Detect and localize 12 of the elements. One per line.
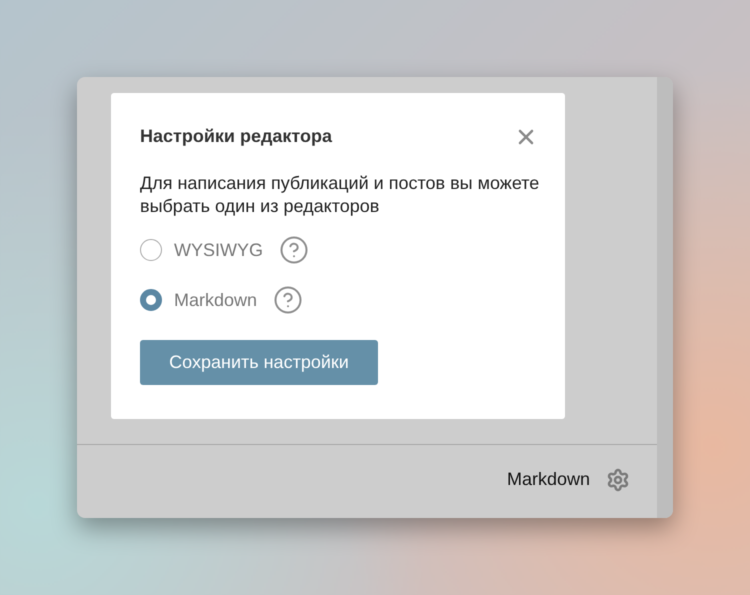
description: Для написания публикаций и постов вы можете выбрать один из редакторов (140, 172, 540, 218)
settings-icon[interactable] (606, 468, 630, 492)
save-button[interactable]: Сохранить настройки (140, 340, 378, 385)
editor-label: Markdown (506, 468, 590, 491)
help-icon[interactable] (273, 285, 304, 315)
radio-button[interactable] (140, 239, 162, 261)
help-icon[interactable] (279, 235, 309, 265)
scrollbar[interactable] (657, 77, 673, 518)
radio-button[interactable] (140, 289, 162, 311)
option-label: WYSIWYG (174, 238, 263, 262)
option-label: Markdown (174, 288, 258, 312)
dialog-title: Настройки редактора (140, 125, 332, 148)
